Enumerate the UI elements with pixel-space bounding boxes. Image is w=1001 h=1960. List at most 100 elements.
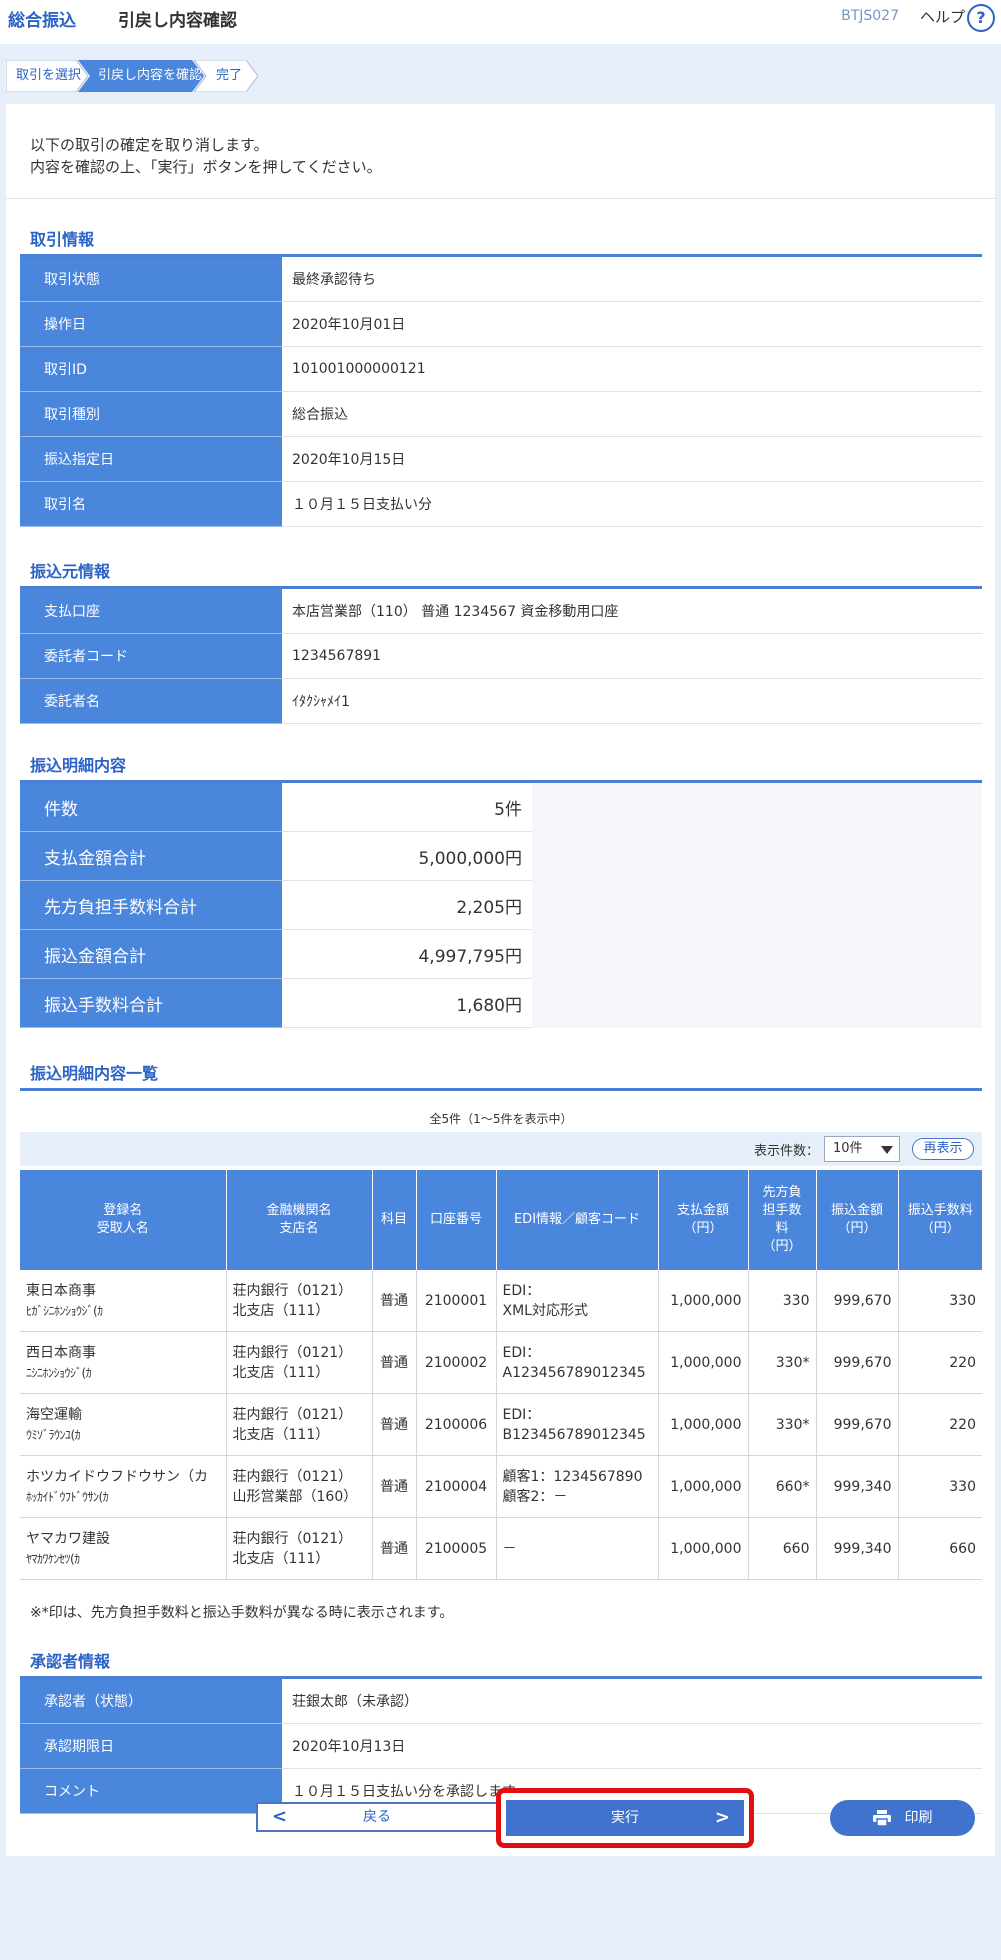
fee-note: ※*印は、先方負担手数料と振込手数料が異なる時に表示されます。	[30, 1605, 454, 1621]
col-header-transfer-fee: 振込手数料 （円）	[898, 1170, 982, 1270]
cell-bank: 荘内銀行（0121） 北支店（111）	[226, 1393, 373, 1456]
transaction-section-title: 取引情報	[30, 230, 95, 249]
table-row: 東日本商事 ﾋｶﾞｼﾆﾎﾝｼｮｳｼﾞ(ｶ 荘内銀行（0121） 北支店（111） 普通 2…	[20, 1270, 982, 1332]
pager-bar: 表示件数： 10件 再表示	[20, 1132, 982, 1166]
table-row: 件数 5件	[20, 783, 532, 832]
row-value: 4,997,795円	[282, 929, 532, 979]
col-header-edi: EDI情報／顧客コード	[496, 1170, 659, 1270]
content-panel: 以下の取引の確定を取り消します。 内容を確認の上、「実行」ボタンを押してください…	[6, 104, 995, 1856]
col-header-account: 口座番号	[416, 1170, 497, 1270]
table-row: ホツカイドウフドウサン（カ ﾎｯｶｲﾄﾞｳﾌﾄﾞｳｻﾝ(ｶ 荘内銀行（0121） 山形…	[20, 1455, 982, 1518]
table-row: 委託者コード 1234567891	[20, 633, 982, 679]
row-label: 支払金額合計	[20, 831, 282, 881]
table-row: 海空運輸 ｳﾐｿﾞﾗｳﾝﾕ(ｶ 荘内銀行（0121） 北支店（111） 普通 210000…	[20, 1393, 982, 1456]
print-button[interactable]: 印刷	[830, 1800, 975, 1836]
cell-transfer: 999,670	[816, 1270, 899, 1332]
cell-bank: 荘内銀行（0121） 山形営業部（160）	[226, 1455, 373, 1518]
row-value: １０月１５日支払い分	[282, 481, 982, 527]
table-row: 承認者（状態） 荘銀太郎（未承認）	[20, 1679, 982, 1724]
cell-bank: 荘内銀行（0121） 北支店（111）	[226, 1331, 373, 1394]
list-section-title: 振込明細内容一覧	[30, 1064, 159, 1083]
row-value: 総合振込	[282, 391, 982, 437]
source-table: 支払口座 本店営業部（110） 普通 1234567 資金移動用口座 委託者コード…	[20, 589, 982, 724]
cell-transfer-fee: 220	[898, 1331, 982, 1394]
row-value: 2,205円	[282, 880, 532, 930]
cell-transfer-fee: 330	[898, 1455, 982, 1518]
summary-section-title: 振込明細内容	[30, 756, 127, 775]
cell-fee: 330*	[748, 1393, 817, 1456]
row-value: 2020年10月15日	[282, 436, 982, 482]
cell-name: 西日本商事 ﾆｼﾆﾎﾝｼｮｳｼﾞ(ｶ	[20, 1331, 227, 1394]
cell-name: ヤマカワ建設 ﾔﾏｶﾜｹﾝｾﾂ(ｶ	[20, 1517, 227, 1580]
row-value: 2020年10月13日	[282, 1723, 982, 1769]
cell-kamoku: 普通	[372, 1331, 417, 1394]
summary-blank-area	[498, 783, 982, 1028]
cell-transfer: 999,670	[816, 1393, 899, 1456]
row-label: 取引ID	[20, 346, 282, 392]
table-row: 取引名 １０月１５日支払い分	[20, 481, 982, 527]
table-row: 支払口座 本店営業部（110） 普通 1234567 資金移動用口座	[20, 589, 982, 634]
back-button-label: 戻る	[363, 1809, 391, 1825]
cell-account: 2100005	[416, 1517, 497, 1580]
row-label: コメント	[20, 1768, 282, 1814]
table-row: 西日本商事 ﾆｼﾆﾎﾝｼｮｳｼﾞ(ｶ 荘内銀行（0121） 北支店（111） 普通 210…	[20, 1331, 982, 1394]
cell-fee: 660*	[748, 1455, 817, 1518]
execute-button-label: 実行	[611, 1810, 639, 1826]
per-page-label: 表示件数：	[753, 1144, 819, 1159]
cell-edi: 顧客1：1234567890 顧客2：－	[496, 1455, 659, 1518]
cell-kamoku: 普通	[372, 1270, 417, 1332]
cell-edi: －	[496, 1517, 659, 1580]
row-label: 支払口座	[20, 589, 282, 634]
table-row: ヤマカワ建設 ﾔﾏｶﾜｹﾝｾﾂ(ｶ 荘内銀行（0121） 北支店（111） 普通 2100…	[20, 1517, 982, 1580]
cell-transfer: 999,670	[816, 1331, 899, 1394]
row-label: 操作日	[20, 301, 282, 347]
approver-section-title: 承認者情報	[30, 1652, 111, 1671]
step-select: 取引を選択	[6, 60, 88, 92]
cell-account: 2100001	[416, 1270, 497, 1332]
execute-button[interactable]: 実行 >	[506, 1800, 744, 1836]
chevron-down-icon	[881, 1146, 893, 1154]
cell-pay: 1,000,000	[658, 1393, 749, 1456]
help-link[interactable]: ヘルプ	[920, 6, 965, 27]
table-header-row: 登録名 受取人名 金融機関名 支店名 科目 口座番号 EDI情報／顧客コード 支払金…	[20, 1170, 982, 1270]
table-row: 振込手数料合計 1,680円	[20, 978, 532, 1028]
step-select-label: 取引を選択	[16, 68, 82, 83]
cell-edi: EDI： B123456789012345	[496, 1393, 659, 1456]
cell-pay: 1,000,000	[658, 1517, 749, 1580]
help-icon[interactable]: ?	[967, 4, 995, 32]
per-page-select[interactable]: 10件	[824, 1136, 900, 1162]
cell-transfer: 999,340	[816, 1455, 899, 1518]
cell-kamoku: 普通	[372, 1455, 417, 1518]
row-value: 本店営業部（110） 普通 1234567 資金移動用口座	[282, 589, 982, 634]
row-label: 先方負担手数料合計	[20, 880, 282, 930]
intro-text: 以下の取引の確定を取り消します。 内容を確認の上、「実行」ボタンを押してください…	[30, 134, 382, 178]
row-value: 5,000,000円	[282, 831, 532, 881]
step-complete: 完了	[194, 60, 258, 92]
table-row: 取引ID 101001000000121	[20, 346, 982, 392]
table-row: 振込指定日 2020年10月15日	[20, 436, 982, 482]
cell-kamoku: 普通	[372, 1393, 417, 1456]
col-header-pay: 支払金額 （円）	[658, 1170, 749, 1270]
intro-line-2: 内容を確認の上、「実行」ボタンを押してください。	[30, 158, 382, 176]
cell-account: 2100002	[416, 1331, 497, 1394]
cell-bank: 荘内銀行（0121） 北支店（111）	[226, 1270, 373, 1332]
chevron-right-icon: >	[714, 1807, 730, 1828]
row-value: 101001000000121	[282, 346, 982, 392]
back-button[interactable]: < 戻る	[256, 1802, 498, 1832]
table-row: 委託者名 ｲﾀｸｼｬﾒｲ1	[20, 678, 982, 724]
redisplay-button[interactable]: 再表示	[912, 1138, 974, 1160]
cell-kamoku: 普通	[372, 1517, 417, 1580]
table-row: 支払金額合計 5,000,000円	[20, 831, 532, 881]
page-title: 引戻し内容確認	[118, 11, 237, 31]
row-label: 振込金額合計	[20, 929, 282, 979]
row-label: 委託者コード	[20, 633, 282, 679]
screen-id: BTJS027	[841, 8, 899, 24]
cell-transfer: 999,340	[816, 1517, 899, 1580]
cell-pay: 1,000,000	[658, 1331, 749, 1394]
cell-bank: 荘内銀行（0121） 北支店（111）	[226, 1517, 373, 1580]
table-row: 取引状態 最終承認待ち	[20, 257, 982, 302]
step-confirm-label: 引戻し内容を確認	[98, 68, 203, 83]
row-label: 承認者（状態）	[20, 1679, 282, 1724]
source-section-title: 振込元情報	[30, 562, 111, 581]
col-header-fee: 先方負 担手数料（円）	[748, 1170, 817, 1270]
